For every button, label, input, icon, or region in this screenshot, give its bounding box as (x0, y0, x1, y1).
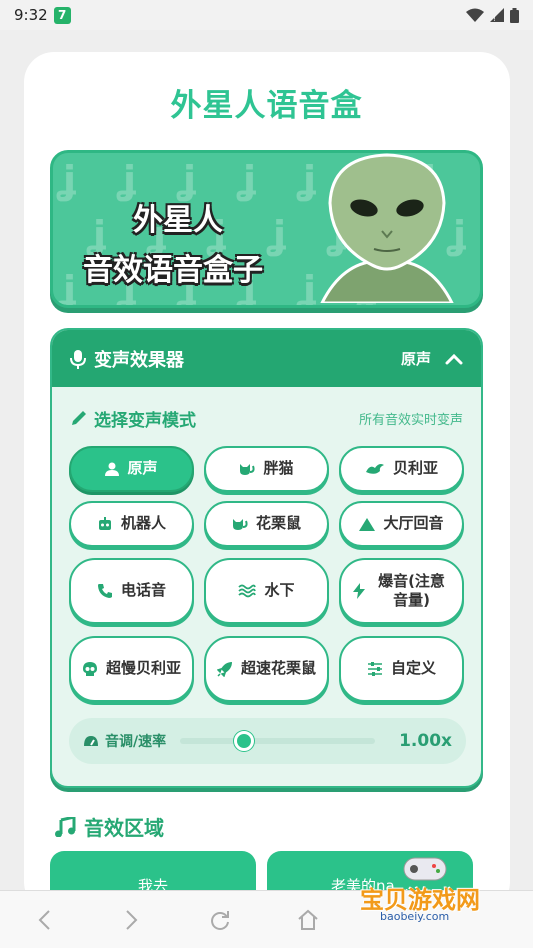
forward-icon (126, 909, 138, 930)
mode-label: 超速花栗鼠 (240, 659, 316, 678)
panel-title: 变声效果器 (94, 349, 184, 371)
pencil-icon (72, 411, 86, 425)
microphone-icon (70, 349, 86, 369)
dragon-icon (365, 462, 385, 476)
cat-icon (239, 462, 256, 476)
forward-button[interactable] (88, 909, 176, 931)
mode-label: 原声 (127, 459, 158, 478)
mode-label: 胖猫 (263, 459, 294, 478)
mode-button-distortion[interactable]: 爆音(注意音量) (339, 558, 464, 624)
back-icon (38, 909, 50, 930)
signal-icon: ! (490, 8, 504, 22)
mode-subheader: 选择变声模式 所有音效实时变声 (52, 407, 481, 431)
mode-button-fat-cat[interactable]: 胖猫 (204, 446, 329, 492)
refresh-icon (211, 910, 229, 930)
wifi-icon (466, 8, 484, 22)
mode-button-hall-echo[interactable]: 大厅回音 (339, 501, 464, 547)
panel-header[interactable]: 变声效果器 原声 (52, 330, 481, 387)
app-notification-icon: 7 (53, 6, 71, 24)
robot-icon (97, 517, 113, 531)
mode-label: 超慢贝利亚 (105, 659, 181, 678)
gamepad-icon (403, 857, 447, 881)
mode-button-slow-belial[interactable]: 超慢贝利亚 (69, 636, 194, 702)
speedometer-icon (84, 736, 98, 746)
pitch-value: 1.00x (399, 731, 452, 751)
mode-label: 贝利亚 (392, 459, 438, 478)
mode-section-title: 选择变声模式 (94, 410, 196, 431)
mode-button-fast-chipmunk[interactable]: 超速花栗鼠 (204, 636, 329, 702)
home-icon (298, 909, 318, 930)
rocket-icon (216, 661, 233, 677)
sound-section-title: 音效区域 (84, 816, 164, 840)
mode-label: 机器人 (120, 514, 166, 533)
svg-text:ʝ: ʝ (266, 213, 286, 257)
voice-changer-panel: 变声效果器 原声 选择变声模式 所有音效实时变声 原声 胖猫 贝利亚 机器人 花… (50, 328, 483, 788)
chevron-up-icon[interactable] (445, 353, 463, 365)
svg-text:ʝ: ʝ (56, 268, 76, 308)
status-time: 9:32 (14, 6, 48, 24)
mode-label: 水下 (264, 581, 295, 600)
phone-icon (97, 583, 113, 599)
mode-label: 自定义 (390, 659, 436, 678)
home-button[interactable] (264, 909, 352, 931)
refresh-button[interactable] (176, 909, 264, 931)
mode-button-chipmunk[interactable]: 花栗鼠 (204, 501, 329, 547)
battery-icon (510, 7, 519, 23)
current-mode-label: 原声 (400, 350, 431, 368)
cat-icon (232, 517, 248, 531)
pitch-label: 音调/速率 (105, 734, 167, 750)
svg-text:ʝ: ʝ (56, 158, 76, 202)
svg-text:!: ! (493, 15, 496, 22)
alien-image (320, 153, 454, 303)
watermark-logo: 宝贝游戏网 baobeiy.com (360, 850, 530, 923)
mountain-icon (359, 517, 376, 531)
mode-label: 大厅回音 (383, 514, 444, 533)
person-icon (105, 462, 120, 476)
pitch-slider-track[interactable] (180, 731, 376, 751)
pitch-slider-row: 音调/速率 1.00x (69, 718, 466, 764)
svg-text:ʝ: ʝ (236, 158, 256, 202)
sliders-icon (367, 662, 383, 676)
mode-button-custom[interactable]: 自定义 (339, 636, 464, 702)
music-note-icon (55, 816, 76, 837)
skull-icon (82, 661, 98, 677)
sound-section-header: 音效区域 (54, 812, 164, 841)
mode-label: 爆音(注意音量) (378, 571, 445, 610)
bolt-icon (352, 583, 365, 599)
back-button[interactable] (0, 909, 88, 931)
mode-button-telephone[interactable]: 电话音 (69, 558, 194, 624)
pitch-slider-thumb[interactable] (234, 731, 255, 751)
watermark-url: baobeiy.com (380, 910, 450, 923)
mode-label: 花栗鼠 (255, 514, 301, 533)
app-title: 外星人语音盒 (170, 88, 363, 124)
status-bar: 9:32 7 ! (0, 0, 533, 30)
water-icon (238, 584, 257, 598)
mode-label: 电话音 (120, 581, 166, 600)
mode-button-underwater[interactable]: 水下 (204, 558, 329, 624)
hero-banner: ʝʝʝʝʝʝʝ ʝʝʝʝʝʝʝ ʝʝʝʝʝʝ 外星人 音效语音盒子 (50, 150, 483, 308)
mode-button-robot[interactable]: 机器人 (69, 501, 194, 547)
mode-button-belial[interactable]: 贝利亚 (339, 446, 464, 492)
mode-button-original[interactable]: 原声 (69, 446, 194, 492)
banner-title: 外星人 (133, 203, 223, 238)
banner-subtitle: 音效语音盒子 (83, 253, 263, 288)
realtime-hint: 所有音效实时变声 (358, 412, 463, 428)
